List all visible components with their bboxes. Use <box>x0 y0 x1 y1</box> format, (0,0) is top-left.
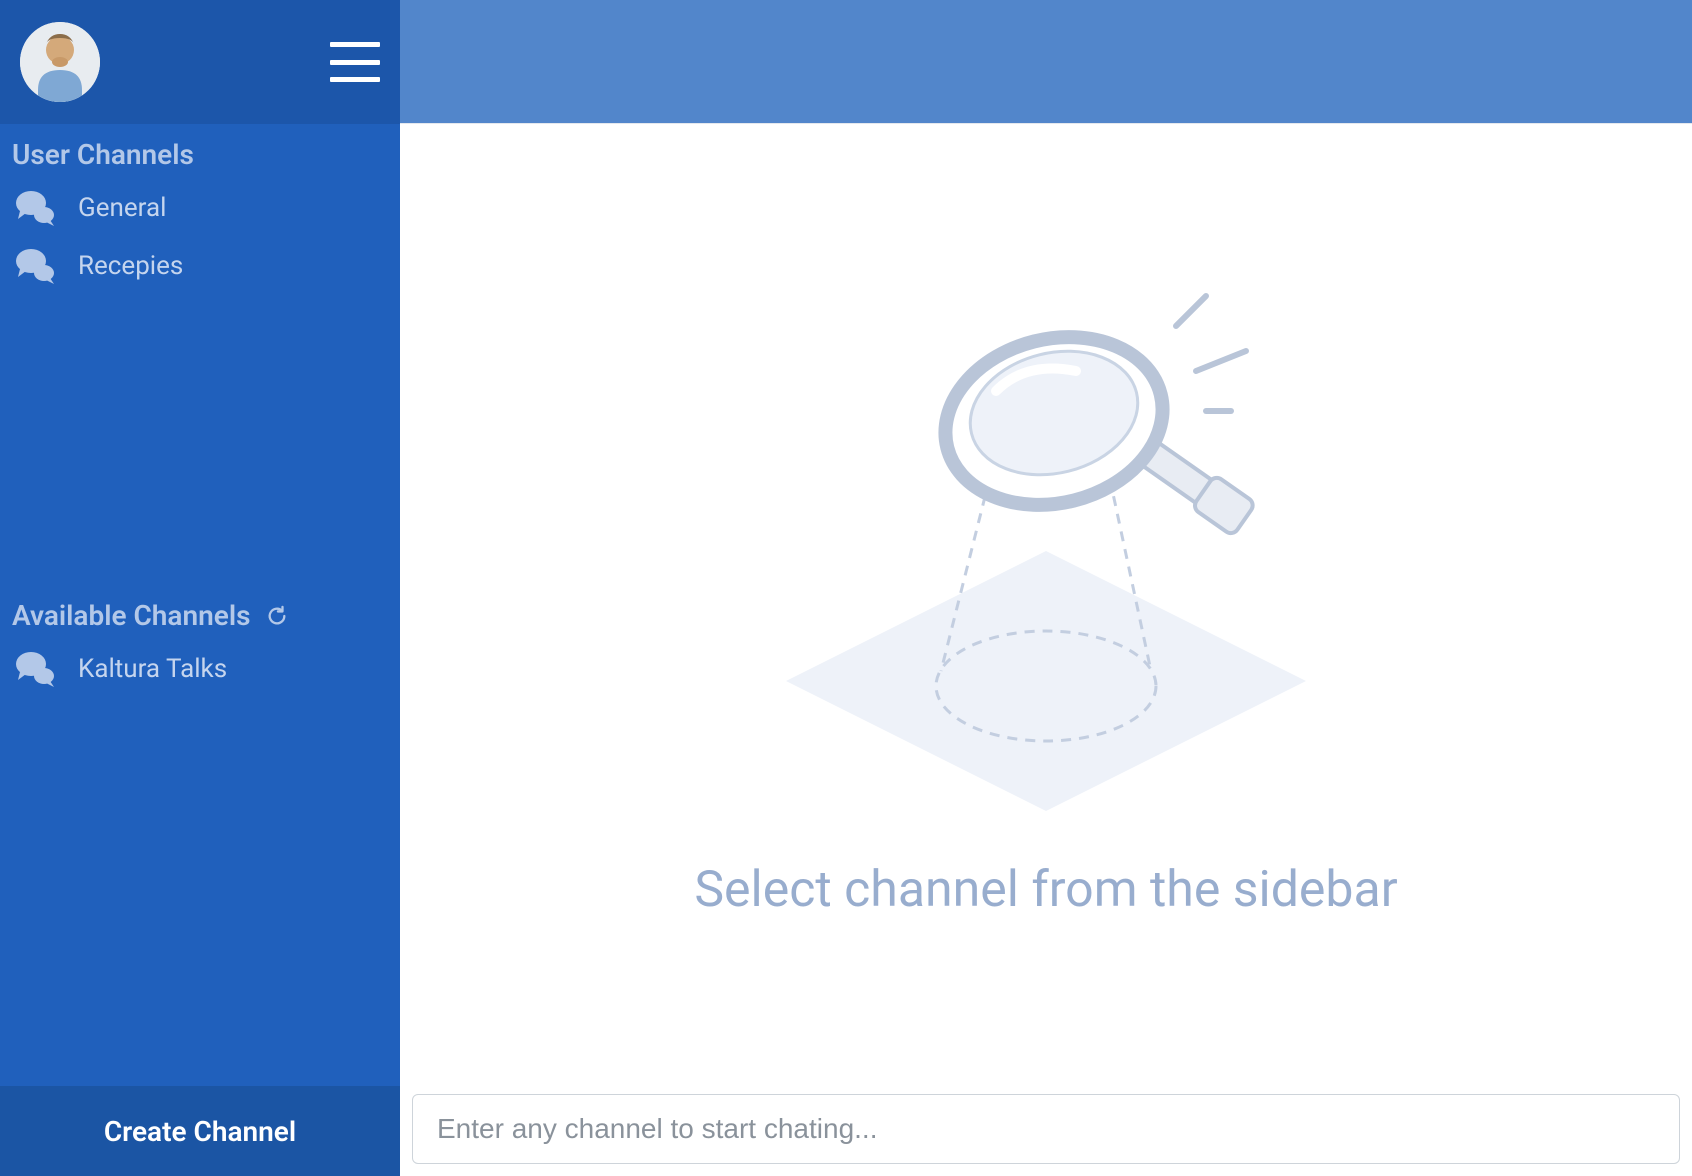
main: Select channel from the sidebar <box>400 0 1692 1176</box>
user-channels-list: General Recepies <box>0 179 400 295</box>
refresh-icon[interactable] <box>265 604 289 628</box>
avatar-image-icon <box>20 22 100 102</box>
channel-item-kaltura-talks[interactable]: Kaltura Talks <box>0 640 400 698</box>
user-channels-section: User Channels General <box>0 124 400 295</box>
channel-item-general[interactable]: General <box>0 179 400 237</box>
section-heading-label: User Channels <box>12 138 194 171</box>
sidebar-header <box>0 0 400 124</box>
section-heading-available-channels: Available Channels <box>0 585 400 640</box>
channel-label: Kaltura Talks <box>78 654 227 684</box>
hamburger-line-icon <box>330 60 380 65</box>
sidebar: User Channels General <box>0 0 400 1176</box>
chat-bubbles-icon <box>14 245 56 287</box>
magnifying-glass-search-icon <box>736 281 1356 841</box>
chat-bubbles-icon <box>14 648 56 690</box>
hamburger-menu-button[interactable] <box>330 42 380 82</box>
message-input-bar <box>412 1094 1680 1164</box>
section-heading-label: Available Channels <box>12 599 251 632</box>
available-channels-list: Kaltura Talks <box>0 640 400 698</box>
channel-label: Recepies <box>78 251 183 281</box>
avatar[interactable] <box>20 22 100 102</box>
channel-item-recepies[interactable]: Recepies <box>0 237 400 295</box>
sidebar-body: User Channels General <box>0 124 400 1086</box>
content-area: Select channel from the sidebar <box>400 124 1692 1176</box>
section-heading-user-channels: User Channels <box>0 124 400 179</box>
create-channel-button[interactable]: Create Channel <box>0 1086 400 1176</box>
available-channels-section: Available Channels <box>0 585 400 698</box>
chat-bubbles-icon <box>14 187 56 229</box>
message-input[interactable] <box>412 1094 1680 1164</box>
channel-label: General <box>78 193 166 223</box>
top-bar <box>400 0 1692 124</box>
hamburger-line-icon <box>330 42 380 47</box>
hamburger-line-icon <box>330 77 380 82</box>
create-channel-label: Create Channel <box>104 1115 296 1148</box>
empty-state-text: Select channel from the sidebar <box>694 861 1397 919</box>
